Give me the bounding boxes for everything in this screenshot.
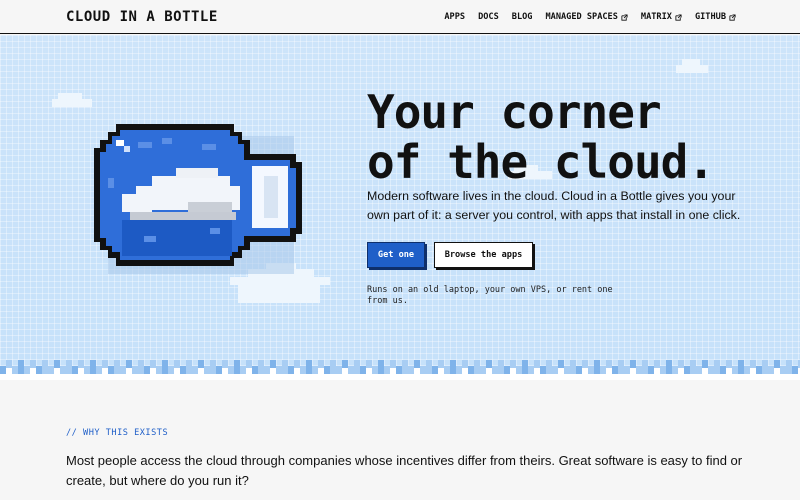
hero-title-line-2: of the cloud. xyxy=(367,135,715,189)
browse-apps-button[interactable]: Browse the apps xyxy=(434,242,533,268)
get-one-button[interactable]: Get one xyxy=(367,242,425,268)
pixel-wave-divider xyxy=(0,360,800,380)
hero-title-line-1: Your corner xyxy=(367,85,662,139)
nav-matrix-label: MATRIX xyxy=(640,12,672,22)
external-link-icon xyxy=(729,13,736,21)
nav-github-label: GITHUB xyxy=(694,12,726,22)
bottle-cloud-illustration xyxy=(94,124,302,274)
section-intro-text: Most people access the cloud through com… xyxy=(66,453,743,488)
external-link-icon xyxy=(621,13,628,21)
brand-logo[interactable]: CLOUD IN A BOTTLE xyxy=(66,9,218,25)
nav-apps-label: APPS xyxy=(444,12,466,22)
main-nav: APPS DOCS BLOG MANAGED SPACES MATRIX GIT… xyxy=(444,12,736,22)
hero-note: Runs on an old laptop, your own VPS, or … xyxy=(367,285,613,306)
nav-docs-label: DOCS xyxy=(478,12,499,22)
hero-description: Modern software lives in the cloud. Clou… xyxy=(367,189,741,222)
nav-managed-spaces[interactable]: MANAGED SPACES xyxy=(545,12,628,22)
nav-docs[interactable]: DOCS xyxy=(478,12,499,22)
nav-apps[interactable]: APPS xyxy=(444,12,465,22)
section-eyebrow: // WHY THIS EXISTS xyxy=(66,428,169,438)
hero-title: Your corner of the cloud. xyxy=(367,85,715,189)
nav-matrix[interactable]: MATRIX xyxy=(641,12,682,22)
external-link-icon xyxy=(675,13,682,21)
nav-managed-spaces-label: MANAGED SPACES xyxy=(545,12,618,22)
site-header: CLOUD IN A BOTTLE APPS DOCS BLOG MANAGED… xyxy=(0,0,800,34)
nav-blog-label: BLOG xyxy=(511,12,533,22)
nav-blog[interactable]: BLOG xyxy=(512,12,533,22)
nav-github[interactable]: GITHUB xyxy=(695,12,736,22)
hero-section: Your corner of the cloud. Modern softwar… xyxy=(0,35,800,380)
